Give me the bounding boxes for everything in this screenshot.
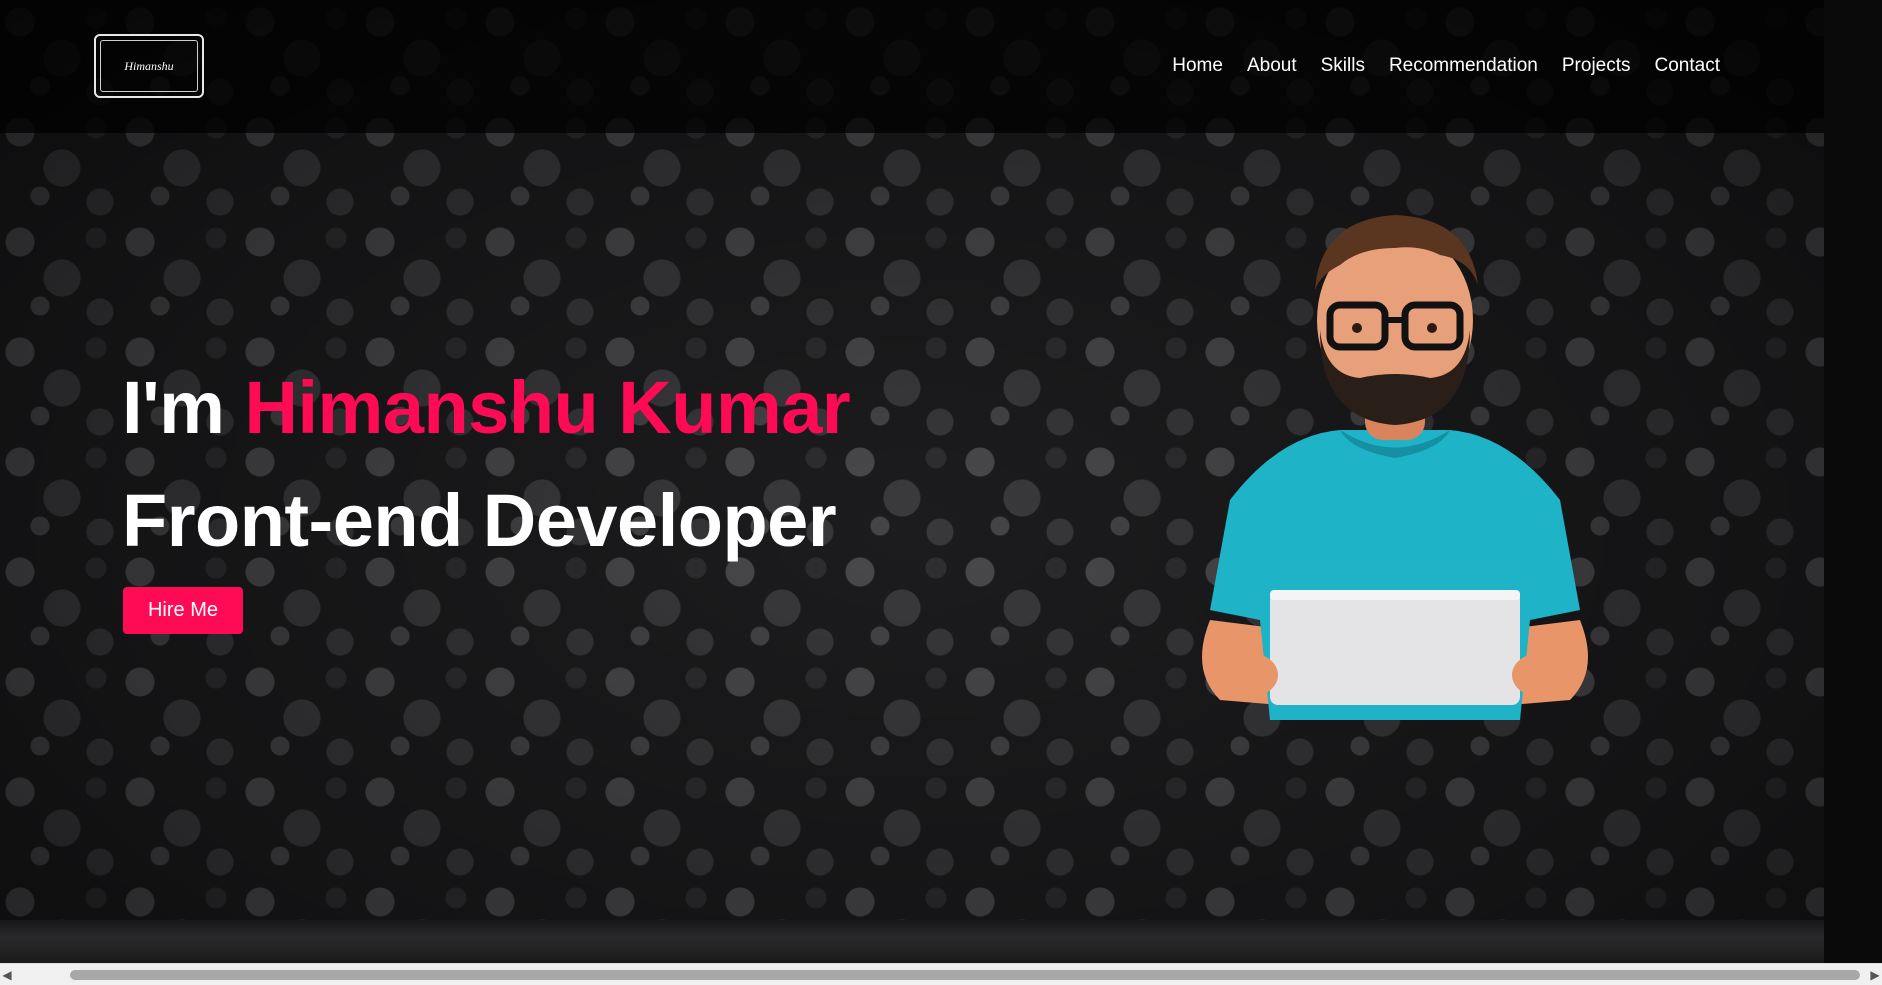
logo-text: Himanshu bbox=[124, 58, 174, 73]
nav-skills[interactable]: Skills bbox=[1321, 55, 1365, 77]
hire-me-button[interactable]: Hire Me bbox=[123, 587, 243, 634]
horizontal-scrollbar[interactable]: ◀ ▶ bbox=[0, 963, 1882, 985]
main-nav: Home About Skills Recommendation Project… bbox=[1172, 55, 1720, 77]
nav-recommendation[interactable]: Recommendation bbox=[1389, 55, 1538, 77]
developer-avatar-image bbox=[1202, 215, 1588, 720]
page-edge bbox=[1824, 0, 1882, 963]
site-logo[interactable]: Himanshu bbox=[94, 34, 204, 98]
nav-home[interactable]: Home bbox=[1172, 55, 1223, 77]
nav-about[interactable]: About bbox=[1247, 55, 1297, 77]
page-viewport: Himanshu Home About Skills Recommendatio… bbox=[0, 0, 1882, 963]
navbar: Himanshu Home About Skills Recommendatio… bbox=[0, 0, 1824, 133]
floor-background bbox=[0, 920, 1824, 963]
hero-greeting: I'm bbox=[122, 366, 225, 449]
scrollbar-thumb[interactable] bbox=[70, 970, 1860, 980]
hero-role: Front-end Developer bbox=[122, 479, 837, 562]
nav-projects[interactable]: Projects bbox=[1562, 55, 1631, 77]
hero-greeting-line: I'm Himanshu Kumar bbox=[122, 365, 851, 450]
nav-contact[interactable]: Contact bbox=[1655, 55, 1720, 77]
hero-name: Himanshu Kumar bbox=[244, 366, 851, 449]
left-arrow-icon[interactable]: ◀ bbox=[0, 968, 14, 982]
right-arrow-icon[interactable]: ▶ bbox=[1868, 968, 1882, 982]
